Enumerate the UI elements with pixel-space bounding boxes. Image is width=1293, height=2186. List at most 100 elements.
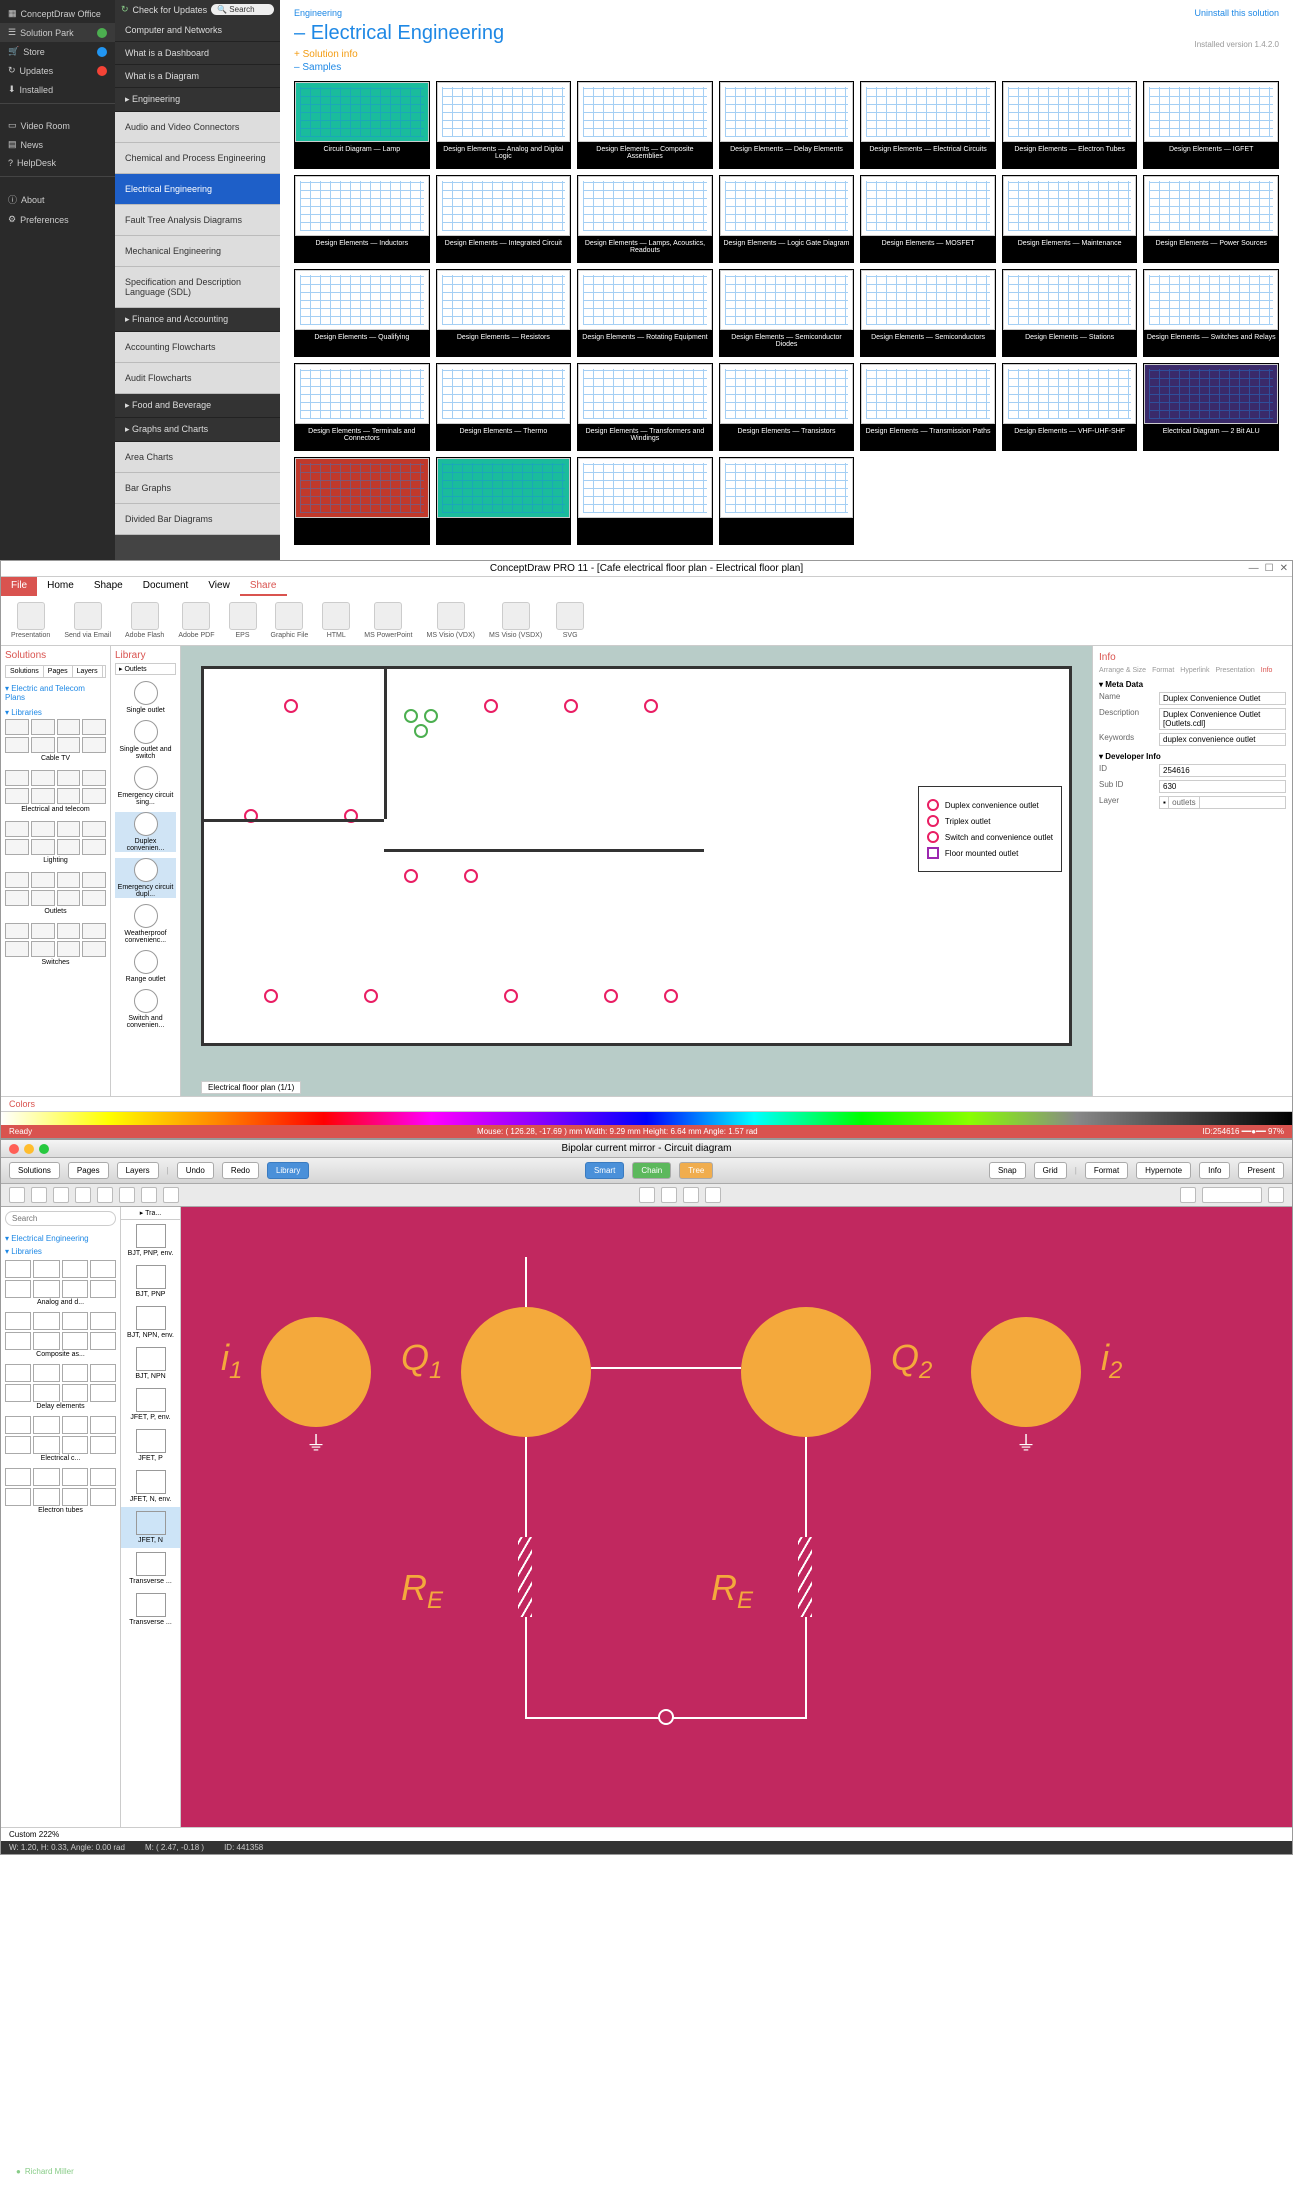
sol-tab[interactable]: Solutions [6, 666, 44, 677]
nav-news[interactable]: ▤ News [0, 135, 115, 154]
tool-button[interactable]: Presentation [11, 602, 50, 639]
tool-icon[interactable] [661, 1187, 677, 1203]
tab-share[interactable]: Share [240, 577, 287, 596]
tool-icon[interactable] [119, 1187, 135, 1203]
outlet-shape[interactable] [424, 709, 438, 723]
tool-button[interactable]: EPS [229, 602, 257, 639]
sample-item[interactable]: Design Elements — Transformers and Windi… [577, 363, 713, 451]
tool-button[interactable]: Adobe PDF [178, 602, 214, 639]
outlet-shape[interactable] [564, 699, 578, 713]
chain-button[interactable]: Chain [632, 1162, 671, 1179]
outlet-shape[interactable] [484, 699, 498, 713]
outlet-shape[interactable] [604, 989, 618, 1003]
tool-icon[interactable] [639, 1187, 655, 1203]
library-item[interactable]: Weatherproof convenienc... [115, 904, 176, 944]
resistor-shape[interactable] [798, 1537, 812, 1617]
solution-info-toggle[interactable]: + Solution info [294, 49, 1279, 60]
cat-item[interactable]: ▸ Engineering [115, 88, 280, 112]
sample-item[interactable]: Design Elements — Semiconductor Diodes [719, 269, 855, 357]
tab-view[interactable]: View [198, 577, 240, 596]
dev-section[interactable]: ▾ Developer Info [1099, 752, 1286, 761]
sample-item[interactable]: Design Elements — Qualifying [294, 269, 430, 357]
library-item[interactable]: Emergency circuit dupl... [115, 858, 176, 898]
sample-item[interactable] [436, 457, 572, 545]
outlet-shape[interactable] [464, 869, 478, 883]
shape-group[interactable]: Electrical and telecom [5, 770, 106, 813]
sample-item[interactable]: Design Elements — MOSFET [860, 175, 996, 263]
cat-item[interactable]: ▸ Finance and Accounting [115, 308, 280, 332]
shape-group[interactable]: Electrical c... [5, 1416, 116, 1462]
outlet-shape[interactable] [414, 724, 428, 738]
page-tab[interactable]: Electrical floor plan (1/1) [201, 1081, 301, 1094]
nav-updates[interactable]: ↻ Updates [0, 61, 115, 80]
category-label[interactable]: ▾ Electric and Telecom Plans [5, 684, 106, 702]
sample-item[interactable]: Design Elements — Thermo [436, 363, 572, 451]
outlet-shape[interactable] [404, 709, 418, 723]
sample-item[interactable]: Design Elements — Electrical Circuits [860, 81, 996, 169]
zoom-dropdown[interactable]: Custom 222% [9, 1830, 59, 1839]
outlet-shape[interactable] [364, 989, 378, 1003]
tool-icon[interactable] [31, 1187, 47, 1203]
library-item[interactable]: Duplex convenien... [115, 812, 176, 852]
desc-field[interactable]: Duplex Convenience Outlet [Outlets.cdl] [1159, 708, 1286, 730]
outlet-shape[interactable] [264, 989, 278, 1003]
canvas[interactable]: Duplex convenience outlet Triplex outlet… [181, 646, 1092, 1096]
sample-item[interactable]: Design Elements — Terminals and Connecto… [294, 363, 430, 451]
shape-group[interactable]: Lighting [5, 821, 106, 864]
format-button[interactable]: Format [1085, 1162, 1128, 1179]
sample-item[interactable]: Design Elements — Semiconductors [860, 269, 996, 357]
tool-icon[interactable] [75, 1187, 91, 1203]
current-source-shape[interactable] [971, 1317, 1081, 1427]
sample-item[interactable]: Design Elements — Delay Elements [719, 81, 855, 169]
library-item[interactable]: Transverse ... [121, 1589, 180, 1630]
outlet-shape[interactable] [504, 989, 518, 1003]
tool-icon[interactable] [9, 1187, 25, 1203]
library-item[interactable]: JFET, N [121, 1507, 180, 1548]
shape-group[interactable]: Outlets [5, 872, 106, 915]
cat-item[interactable]: Area Charts [115, 442, 280, 473]
sample-item[interactable]: Design Elements — IGFET [1143, 81, 1279, 169]
shape-group[interactable]: Electron tubes [5, 1468, 116, 1514]
sample-item[interactable]: Design Elements — Transmission Paths [860, 363, 996, 451]
outlet-shape[interactable] [664, 989, 678, 1003]
check-updates[interactable]: Check for Updates [133, 5, 208, 15]
transistor-shape[interactable] [741, 1307, 871, 1437]
category-label[interactable]: ▾ Electrical Engineering [5, 1234, 116, 1243]
shape-group[interactable]: Cable TV [5, 719, 106, 762]
resistor-shape[interactable] [518, 1537, 532, 1617]
library-item[interactable]: BJT, PNP [121, 1261, 180, 1302]
tool-button[interactable]: MS Visio (VSDX) [489, 602, 542, 639]
tool-button[interactable]: MS Visio (VDX) [427, 602, 476, 639]
library-item[interactable]: Range outlet [115, 950, 176, 983]
tool-icon[interactable] [683, 1187, 699, 1203]
library-item[interactable]: Single outlet [115, 681, 176, 714]
library-item[interactable]: Switch and convenien... [115, 989, 176, 1029]
solutions-button[interactable]: Solutions [9, 1162, 60, 1179]
redo-button[interactable]: Redo [222, 1162, 259, 1179]
cat-item[interactable]: Bar Graphs [115, 473, 280, 504]
zoom-out-icon[interactable] [1180, 1187, 1196, 1203]
breadcrumb[interactable]: Engineering [294, 8, 1279, 18]
nav-store[interactable]: 🛒 Store [0, 42, 115, 61]
nav-installed[interactable]: ⬇ Installed [0, 80, 115, 99]
undo-button[interactable]: Undo [177, 1162, 214, 1179]
search-input[interactable] [5, 1211, 116, 1226]
sample-item[interactable]: Design Elements — Inductors [294, 175, 430, 263]
tool-button[interactable]: MS PowerPoint [364, 602, 412, 639]
tool-icon[interactable] [705, 1187, 721, 1203]
shape-group[interactable]: Switches [5, 923, 106, 966]
shape-group[interactable]: Analog and d... [5, 1260, 116, 1306]
sample-item[interactable] [719, 457, 855, 545]
tool-button[interactable]: Send via Email [64, 602, 111, 639]
library-item[interactable]: BJT, NPN, env. [121, 1302, 180, 1343]
library-item[interactable]: Emergency circuit sing... [115, 766, 176, 806]
library-item[interactable]: BJT, NPN [121, 1343, 180, 1384]
tool-icon[interactable] [141, 1187, 157, 1203]
library-item[interactable]: Transverse ... [121, 1548, 180, 1589]
cat-item[interactable]: ▸ Graphs and Charts [115, 418, 280, 442]
color-palette[interactable] [1, 1111, 1292, 1125]
outlet-shape[interactable] [644, 699, 658, 713]
cat-item-active[interactable]: Electrical Engineering [115, 174, 280, 205]
shape-group[interactable]: Composite as... [5, 1312, 116, 1358]
shape-group[interactable]: Delay elements [5, 1364, 116, 1410]
